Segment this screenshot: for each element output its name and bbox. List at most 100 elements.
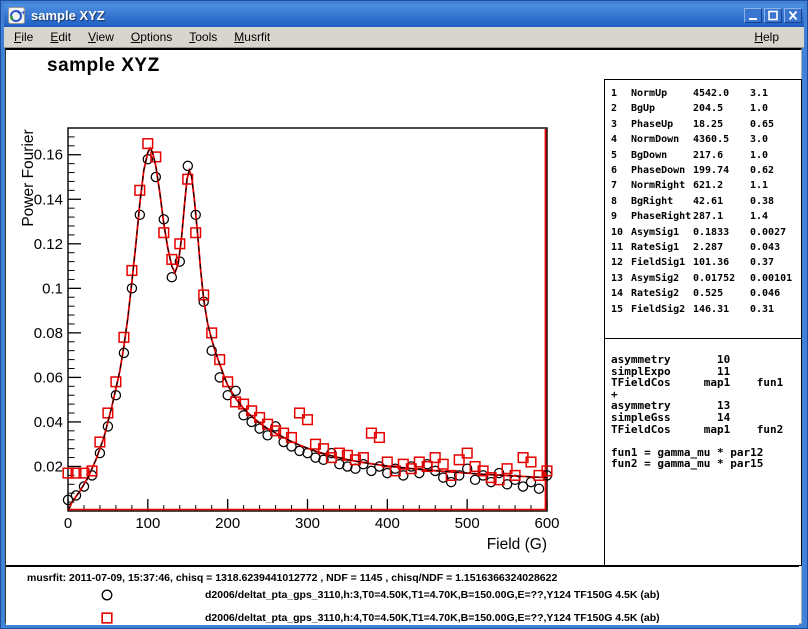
fit-parameter-table: 1NormUp4542.03.12BgUp204.51.03PhaseUp18.…: [605, 80, 801, 339]
param-n: 2: [611, 101, 631, 116]
param-value: 204.5: [693, 101, 750, 116]
y-tick-label: 0.08: [34, 325, 63, 342]
param-value: 0.1833: [693, 225, 750, 240]
param-error: 3.0: [750, 132, 768, 147]
legend-label: d2006/deltat_pta_gps_3110,h:4,T0=4.50K,T…: [205, 612, 660, 624]
parameter-row-bgup: 2BgUp204.51.0: [611, 101, 801, 116]
theory-line: simpleGss 14: [611, 412, 801, 424]
parameter-row-phasedown: 6PhaseDown199.740.62: [611, 163, 801, 178]
x-tick-label: 0: [64, 515, 72, 532]
param-n: 4: [611, 132, 631, 147]
param-value: 146.31: [693, 302, 750, 317]
param-error: 1.0: [750, 148, 768, 163]
menu-item-file[interactable]: File: [12, 29, 35, 45]
param-error: 0.37: [750, 255, 774, 270]
param-value: 2.287: [693, 240, 750, 255]
x-tick-label: 500: [455, 515, 480, 532]
menu-item-tools[interactable]: Tools: [187, 29, 219, 45]
legend-row: d2006/deltat_pta_gps_3110,h:4,T0=4.50K,T…: [6, 610, 799, 626]
y-tick-label: 0.02: [34, 458, 63, 475]
param-name: BgRight: [631, 194, 693, 209]
param-n: 15: [611, 302, 631, 317]
parameter-row-normright: 7NormRight621.21.1: [611, 178, 801, 193]
minimize-icon: [747, 10, 759, 21]
param-value: 4542.0: [693, 86, 750, 101]
param-name: FieldSig1: [631, 255, 693, 270]
param-name: RateSig2: [631, 286, 693, 301]
param-name: PhaseUp: [631, 117, 693, 132]
x-tick-label: 300: [295, 515, 320, 532]
param-error: 1.0: [750, 101, 768, 116]
plot-title: sample XYZ: [47, 55, 160, 77]
theory-curve-red: [68, 148, 547, 511]
param-name: AsymSig2: [631, 271, 693, 286]
param-name: BgUp: [631, 101, 693, 116]
legend-row: d2006/deltat_pta_gps_3110,h:3,T0=4.50K,T…: [6, 587, 799, 603]
param-value: 199.74: [693, 163, 750, 178]
param-n: 14: [611, 286, 631, 301]
param-value: 217.6: [693, 148, 750, 163]
param-n: 5: [611, 148, 631, 163]
legend-square-marker: [100, 611, 114, 625]
legend-label: d2006/deltat_pta_gps_3110,h:3,T0=4.50K,T…: [205, 589, 660, 601]
param-value: 42.61: [693, 194, 750, 209]
param-error: 0.046: [750, 286, 780, 301]
param-n: 7: [611, 178, 631, 193]
param-value: 18.25: [693, 117, 750, 132]
minimize-button[interactable]: [744, 8, 762, 23]
titlebar[interactable]: ++ sample XYZ: [4, 4, 804, 27]
parameter-row-fieldsig2: 15FieldSig2146.310.31: [611, 302, 801, 317]
param-value: 101.36: [693, 255, 750, 270]
param-error: 1.1: [750, 178, 768, 193]
param-value: 287.1: [693, 209, 750, 224]
param-value: 4360.5: [693, 132, 750, 147]
menu-item-help[interactable]: Help: [752, 29, 781, 45]
param-name: NormUp: [631, 86, 693, 101]
maximize-button[interactable]: [764, 8, 782, 23]
theory-line: TFieldCos map1 fun1: [611, 377, 801, 389]
param-n: 9: [611, 209, 631, 224]
x-tick-label: 600: [534, 515, 559, 532]
menu-item-view[interactable]: View: [86, 29, 116, 45]
parameter-row-normup: 1NormUp4542.03.1: [611, 86, 801, 101]
param-value: 621.2: [693, 178, 750, 193]
param-name: AsymSig1: [631, 225, 693, 240]
param-error: 0.00101: [750, 271, 792, 286]
window-title: sample XYZ: [31, 8, 742, 23]
x-axis-label: Field (G): [487, 536, 547, 553]
parameter-row-phaseright: 9PhaseRight287.11.4: [611, 209, 801, 224]
param-name: NormDown: [631, 132, 693, 147]
maximize-icon: [767, 10, 779, 21]
param-name: PhaseDown: [631, 163, 693, 178]
param-n: 11: [611, 240, 631, 255]
close-button[interactable]: [784, 8, 802, 23]
parameter-row-normdown: 4NormDown4360.53.0: [611, 132, 801, 147]
right-panel: 1NormUp4542.03.12BgUp204.51.03PhaseUp18.…: [604, 79, 802, 566]
param-error: 0.31: [750, 302, 774, 317]
param-error: 0.0027: [750, 225, 786, 240]
menu-right: Help: [752, 30, 804, 44]
y-tick-label: 0.12: [34, 236, 63, 253]
param-name: BgDown: [631, 148, 693, 163]
theory-line: [611, 435, 801, 447]
y-axis-label: Power Fourier: [20, 129, 37, 226]
parameter-row-phaseup: 3PhaseUp18.250.65: [611, 117, 801, 132]
param-n: 10: [611, 225, 631, 240]
param-value: 0.525: [693, 286, 750, 301]
theory-line: TFieldCos map1 fun2: [611, 424, 801, 436]
app-icon: ++: [8, 7, 25, 24]
param-error: 1.4: [750, 209, 768, 224]
data-point-circle: [447, 478, 456, 487]
menu-item-musrfit[interactable]: Musrfit: [232, 29, 272, 45]
menu-item-edit[interactable]: Edit: [48, 29, 73, 45]
parameter-row-bgright: 8BgRight42.610.38: [611, 194, 801, 209]
param-error: 0.043: [750, 240, 780, 255]
theory-description: asymmetry 10simplExpo 11TFieldCos map1 f…: [605, 339, 801, 565]
param-n: 12: [611, 255, 631, 270]
musrfit-status-line: musrfit: 2011-07-09, 15:37:46, chisq = 1…: [27, 572, 557, 584]
status-strip: musrfit: 2011-07-09, 15:37:46, chisq = 1…: [6, 565, 799, 625]
menu-item-options[interactable]: Options: [129, 29, 174, 45]
x-tick-label: 400: [375, 515, 400, 532]
param-n: 8: [611, 194, 631, 209]
x-tick-label: 100: [135, 515, 160, 532]
